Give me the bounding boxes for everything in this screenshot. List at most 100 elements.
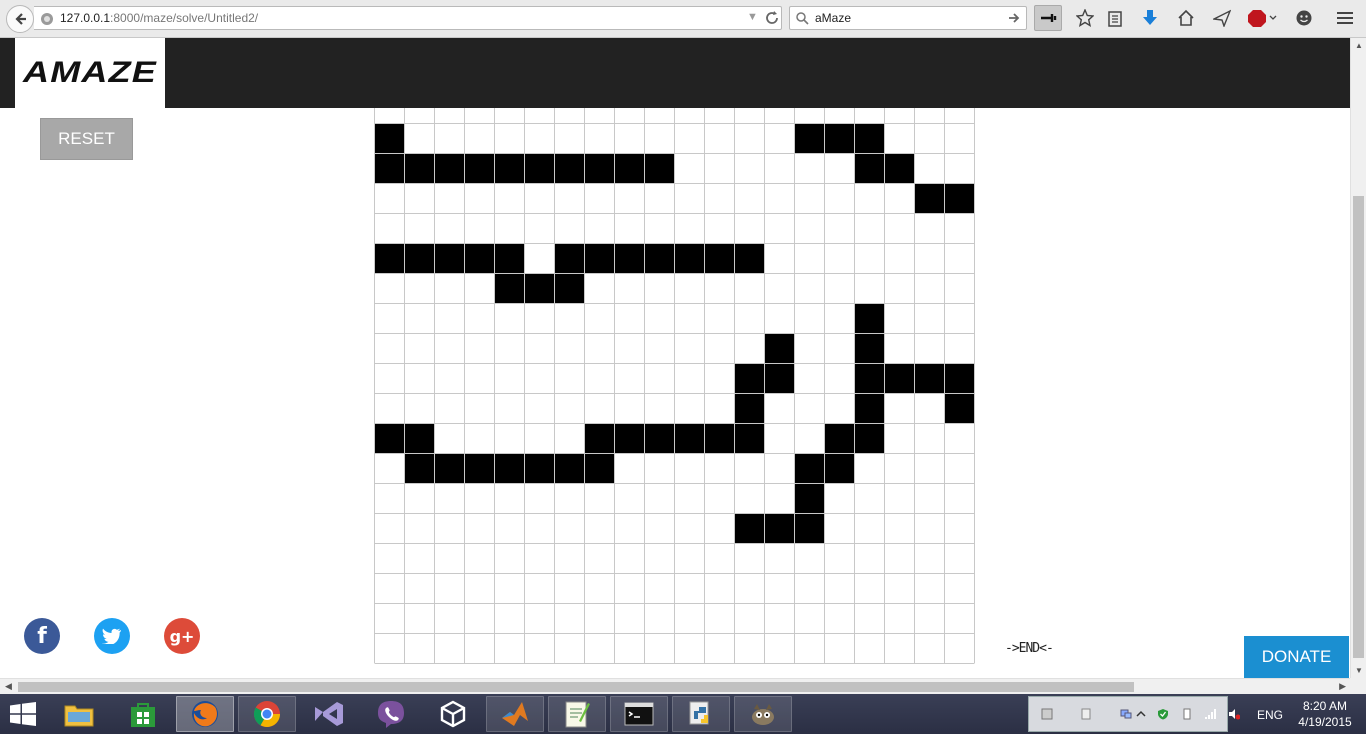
maze-wall-cell[interactable] xyxy=(884,363,915,394)
maze-wall-cell[interactable] xyxy=(404,453,435,484)
maze-wall-cell[interactable] xyxy=(494,153,525,184)
scroll-right-icon[interactable]: ▶ xyxy=(1339,681,1346,692)
horizontal-scroll-thumb[interactable] xyxy=(18,682,1134,692)
maze-wall-cell[interactable] xyxy=(374,423,405,454)
maze-wall-cell[interactable] xyxy=(794,453,825,484)
scroll-up-icon[interactable]: ▲ xyxy=(1355,41,1363,50)
vertical-scrollbar[interactable]: ▲ ▼ xyxy=(1350,38,1366,678)
pin-tool-button[interactable] xyxy=(1034,5,1062,31)
taskbar-python[interactable] xyxy=(672,696,730,732)
maze-wall-cell[interactable] xyxy=(764,363,795,394)
wifi-signal-icon[interactable] xyxy=(1204,708,1216,720)
bookmark-star-button[interactable] xyxy=(1071,5,1099,31)
taskbar-matlab[interactable] xyxy=(486,696,544,732)
maze-wall-cell[interactable] xyxy=(824,453,855,484)
taskbar-notepad-plus-plus[interactable] xyxy=(548,696,606,732)
document-tray-icon[interactable] xyxy=(1080,708,1092,720)
maze-wall-cell[interactable] xyxy=(554,453,585,484)
maze-wall-cell[interactable] xyxy=(434,153,465,184)
maze-wall-cell[interactable] xyxy=(854,303,885,334)
maze-wall-cell[interactable] xyxy=(614,423,645,454)
maze-wall-cell[interactable] xyxy=(854,123,885,154)
input-language-indicator[interactable]: ENG xyxy=(1257,708,1283,722)
maze-wall-cell[interactable] xyxy=(464,153,495,184)
start-button[interactable] xyxy=(8,700,38,728)
maze-wall-cell[interactable] xyxy=(524,453,555,484)
maze-wall-cell[interactable] xyxy=(794,123,825,154)
vertical-scroll-thumb[interactable] xyxy=(1353,196,1364,658)
taskbar-command-prompt[interactable] xyxy=(610,696,668,732)
maze-svg[interactable] xyxy=(374,108,975,664)
maze-wall-cell[interactable] xyxy=(704,243,735,274)
security-shield-icon[interactable] xyxy=(1157,708,1169,720)
maze-wall-cell[interactable] xyxy=(944,363,975,394)
maze-wall-cell[interactable] xyxy=(944,183,975,214)
twitter-share-button[interactable] xyxy=(94,618,130,654)
maze-wall-cell[interactable] xyxy=(734,393,765,424)
reload-icon[interactable] xyxy=(764,10,780,26)
maze-wall-cell[interactable] xyxy=(734,363,765,394)
maze-wall-cell[interactable] xyxy=(494,243,525,274)
maze-wall-cell[interactable] xyxy=(914,363,945,394)
scroll-down-icon[interactable]: ▼ xyxy=(1355,666,1363,675)
maze-wall-cell[interactable] xyxy=(674,243,705,274)
maze-wall-cell[interactable] xyxy=(584,423,615,454)
maze-wall-cell[interactable] xyxy=(404,153,435,184)
maze-wall-cell[interactable] xyxy=(674,423,705,454)
googleplus-share-button[interactable]: g+ xyxy=(164,618,200,654)
maze-wall-cell[interactable] xyxy=(584,453,615,484)
maze-wall-cell[interactable] xyxy=(494,273,525,304)
maze-wall-cell[interactable] xyxy=(824,123,855,154)
maze-wall-cell[interactable] xyxy=(554,243,585,274)
history-dropdown-icon[interactable]: ▼ xyxy=(747,11,758,23)
maze-wall-cell[interactable] xyxy=(374,243,405,274)
donate-button[interactable]: DONATE xyxy=(1244,636,1349,678)
taskbar-visual-studio[interactable] xyxy=(300,696,358,732)
taskbar-firefox[interactable] xyxy=(176,696,234,732)
maze-wall-cell[interactable] xyxy=(614,153,645,184)
maze-wall-cell[interactable] xyxy=(794,513,825,544)
maze-wall-cell[interactable] xyxy=(914,183,945,214)
maze-wall-cell[interactable] xyxy=(854,363,885,394)
volume-muted-icon[interactable] xyxy=(1228,708,1240,720)
maze-wall-cell[interactable] xyxy=(554,273,585,304)
taskbar-file-explorer[interactable] xyxy=(50,696,108,732)
menu-button[interactable] xyxy=(1331,5,1359,31)
maze-wall-cell[interactable] xyxy=(644,153,675,184)
maze-wall-cell[interactable] xyxy=(854,423,885,454)
clock-date[interactable]: 4/19/2015 xyxy=(1296,715,1354,729)
maze-wall-cell[interactable] xyxy=(614,243,645,274)
horizontal-scrollbar[interactable]: ◀ ▶ xyxy=(0,678,1350,694)
maze-wall-cell[interactable] xyxy=(704,423,735,454)
taskbar-store[interactable] xyxy=(114,696,172,732)
power-tray-icon[interactable] xyxy=(1181,708,1193,720)
maze-wall-cell[interactable] xyxy=(734,513,765,544)
maze-wall-cell[interactable] xyxy=(794,483,825,514)
network-share-tray-icon[interactable] xyxy=(1120,708,1132,720)
maze-wall-cell[interactable] xyxy=(854,153,885,184)
maze-wall-cell[interactable] xyxy=(884,153,915,184)
notes-tray-icon[interactable] xyxy=(1041,708,1053,720)
search-input[interactable]: aMaze xyxy=(815,11,851,25)
logo[interactable]: AMAZE xyxy=(15,38,165,108)
maze-wall-cell[interactable] xyxy=(824,423,855,454)
url-bar[interactable]: 127.0.0.1:8000/maze/solve/Untitled2/ ▼ xyxy=(34,6,782,30)
taskbar-chrome[interactable] xyxy=(238,696,296,732)
maze-wall-cell[interactable] xyxy=(554,153,585,184)
taskbar-unity[interactable] xyxy=(424,696,482,732)
show-hidden-icons-icon[interactable] xyxy=(1135,708,1147,720)
maze-wall-cell[interactable] xyxy=(944,393,975,424)
maze-wall-cell[interactable] xyxy=(464,243,495,274)
maze-wall-cell[interactable] xyxy=(404,243,435,274)
maze-wall-cell[interactable] xyxy=(764,333,795,364)
maze-wall-cell[interactable] xyxy=(494,453,525,484)
adblock-button[interactable] xyxy=(1246,5,1280,31)
maze-wall-cell[interactable] xyxy=(854,393,885,424)
maze-grid[interactable] xyxy=(374,108,975,664)
maze-wall-cell[interactable] xyxy=(434,243,465,274)
clock-time[interactable]: 8:20 AM xyxy=(1300,699,1350,713)
taskbar-viber[interactable] xyxy=(362,696,420,732)
chat-button[interactable] xyxy=(1290,5,1318,31)
maze-wall-cell[interactable] xyxy=(374,123,405,154)
scroll-left-icon[interactable]: ◀ xyxy=(5,681,12,692)
